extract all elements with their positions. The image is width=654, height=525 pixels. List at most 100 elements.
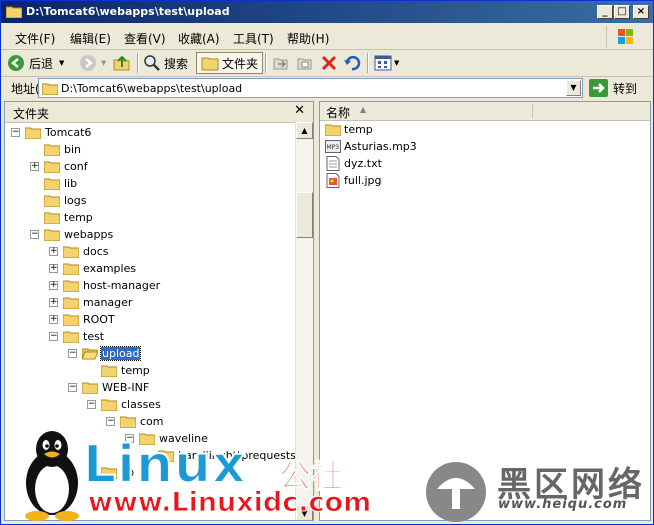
folder-icon bbox=[63, 280, 79, 292]
title-bar[interactable]: D:\Tomcat6\webapps\test\upload _ □ × bbox=[1, 1, 653, 23]
tree-item[interactable]: − webapps bbox=[30, 226, 114, 243]
folder-icon bbox=[25, 127, 41, 139]
undo-button[interactable] bbox=[343, 52, 361, 74]
collapse-icon[interactable]: − bbox=[87, 400, 96, 409]
up-folder-button[interactable] bbox=[113, 52, 131, 74]
address-input[interactable]: D:\Tomcat6\webapps\test\upload ▼ bbox=[38, 78, 583, 98]
forward-button[interactable]: ▼ bbox=[79, 52, 106, 74]
minimize-button[interactable]: _ bbox=[597, 5, 613, 19]
address-dropdown-button[interactable]: ▼ bbox=[566, 80, 581, 96]
tree-item-label: ROOT bbox=[83, 313, 115, 326]
tree-item-label: conf bbox=[64, 160, 88, 173]
column-header-name[interactable]: 名称 ▲ bbox=[320, 102, 650, 121]
move-to-icon bbox=[273, 58, 288, 70]
folder-icon bbox=[44, 144, 60, 156]
collapse-icon[interactable]: − bbox=[49, 332, 58, 341]
toolbar-separator bbox=[265, 53, 267, 73]
tree-item-label: temp bbox=[121, 364, 150, 377]
tree-item[interactable]: bin bbox=[30, 141, 82, 158]
delete-button[interactable] bbox=[320, 52, 338, 74]
collapse-icon[interactable]: − bbox=[68, 349, 77, 358]
back-dropdown-icon[interactable]: ▼ bbox=[59, 59, 64, 67]
tree-item-label: upload bbox=[99, 346, 142, 361]
file-row-txt[interactable]: dyz.txt bbox=[325, 155, 382, 172]
tree-item[interactable]: logs bbox=[30, 192, 88, 209]
open-folder-icon bbox=[82, 348, 98, 360]
mushroom-logo-icon bbox=[426, 462, 486, 522]
tree-item[interactable]: + manager bbox=[49, 294, 133, 311]
tree-item[interactable]: + host-manager bbox=[49, 277, 161, 294]
folder-icon bbox=[42, 83, 58, 95]
copy-to-button[interactable] bbox=[296, 52, 314, 74]
menu-file[interactable]: 文件(F) bbox=[15, 30, 55, 47]
back-button[interactable]: 后退 ▼ bbox=[7, 52, 64, 74]
folders-label: 文件夹 bbox=[222, 56, 259, 71]
scroll-up-button[interactable]: ▲ bbox=[296, 122, 313, 139]
image-file-icon bbox=[326, 173, 340, 188]
tree-item[interactable]: − Tomcat6 bbox=[11, 124, 92, 141]
delete-icon bbox=[321, 55, 337, 71]
watermark: Linux 公社 www.Linuxidc.com 黑区网络 www.heiqu… bbox=[1, 421, 653, 525]
sort-ascending-icon: ▲ bbox=[360, 105, 367, 114]
tree-item[interactable]: − test bbox=[49, 328, 105, 345]
window-title: D:\Tomcat6\webapps\test\upload bbox=[26, 5, 230, 18]
tree-item[interactable]: − WEB-INF bbox=[68, 379, 150, 396]
tree-item-label: Tomcat6 bbox=[45, 126, 92, 139]
menu-favorites[interactable]: 收藏(A) bbox=[178, 30, 220, 47]
folder-icon bbox=[63, 297, 79, 309]
collapse-icon[interactable]: − bbox=[11, 128, 20, 137]
maximize-button[interactable]: □ bbox=[614, 5, 630, 19]
tree-item[interactable]: temp bbox=[30, 209, 94, 226]
folder-icon bbox=[44, 229, 60, 241]
forward-dropdown-icon[interactable]: ▼ bbox=[101, 59, 106, 67]
scroll-thumb[interactable] bbox=[296, 192, 313, 238]
file-row-jpg[interactable]: full.jpg bbox=[325, 172, 381, 189]
tree-item-label: WEB-INF bbox=[102, 381, 150, 394]
tree-item[interactable]: temp bbox=[87, 362, 151, 379]
watermark-url2: www.heiqu.com bbox=[498, 497, 628, 512]
undo-icon bbox=[344, 55, 361, 71]
folder-icon bbox=[101, 365, 117, 377]
expand-icon[interactable]: + bbox=[49, 298, 58, 307]
menu-view[interactable]: 查看(V) bbox=[124, 30, 166, 47]
go-button[interactable]: 转到 bbox=[589, 78, 637, 98]
menu-tools[interactable]: 工具(T) bbox=[233, 30, 274, 47]
views-dropdown-icon[interactable]: ▼ bbox=[394, 59, 399, 67]
move-to-button[interactable] bbox=[272, 52, 290, 74]
tree-item-label: host-manager bbox=[83, 279, 161, 292]
tree-item[interactable]: lib bbox=[30, 175, 78, 192]
folders-button[interactable]: 文件夹 bbox=[196, 52, 264, 74]
views-button[interactable]: ▼ bbox=[374, 52, 399, 74]
tree-item[interactable]: − upload bbox=[68, 345, 142, 362]
folder-icon bbox=[63, 331, 79, 343]
close-icon[interactable]: ✕ bbox=[294, 103, 305, 118]
column-name-label: 名称 bbox=[326, 106, 351, 120]
explorer-window: D:\Tomcat6\webapps\test\upload _ □ × 文件(… bbox=[0, 0, 654, 525]
expand-icon[interactable]: + bbox=[49, 264, 58, 273]
expand-icon[interactable]: + bbox=[49, 247, 58, 256]
menu-help[interactable]: 帮助(H) bbox=[287, 30, 329, 47]
watermark-url: www.Linuxidc.com bbox=[87, 487, 372, 519]
folder-icon bbox=[63, 314, 79, 326]
collapse-icon[interactable]: − bbox=[30, 230, 39, 239]
expand-icon[interactable]: + bbox=[49, 315, 58, 324]
tree-item-label: test bbox=[83, 330, 105, 343]
tree-item[interactable]: + examples bbox=[49, 260, 137, 277]
tree-item-label: bin bbox=[64, 143, 82, 156]
collapse-icon[interactable]: − bbox=[68, 383, 77, 392]
tree-item[interactable]: + conf bbox=[30, 158, 89, 175]
search-button[interactable]: 搜索 bbox=[143, 52, 188, 74]
folder-icon bbox=[101, 399, 117, 411]
file-row-temp[interactable]: temp bbox=[325, 121, 373, 138]
folder-icon bbox=[44, 195, 60, 207]
folders-pane-title: 文件夹 bbox=[13, 107, 50, 121]
expand-icon[interactable]: + bbox=[49, 281, 58, 290]
file-row-mp3[interactable]: MP3 Asturias.mp3 bbox=[325, 138, 417, 155]
tree-item[interactable]: + ROOT bbox=[49, 311, 116, 328]
tree-item[interactable]: − classes bbox=[87, 396, 162, 413]
menu-edit[interactable]: 编辑(E) bbox=[70, 30, 111, 47]
column-divider[interactable] bbox=[532, 104, 533, 118]
expand-icon[interactable]: + bbox=[30, 162, 39, 171]
close-button[interactable]: × bbox=[633, 5, 649, 19]
tree-item[interactable]: + docs bbox=[49, 243, 110, 260]
